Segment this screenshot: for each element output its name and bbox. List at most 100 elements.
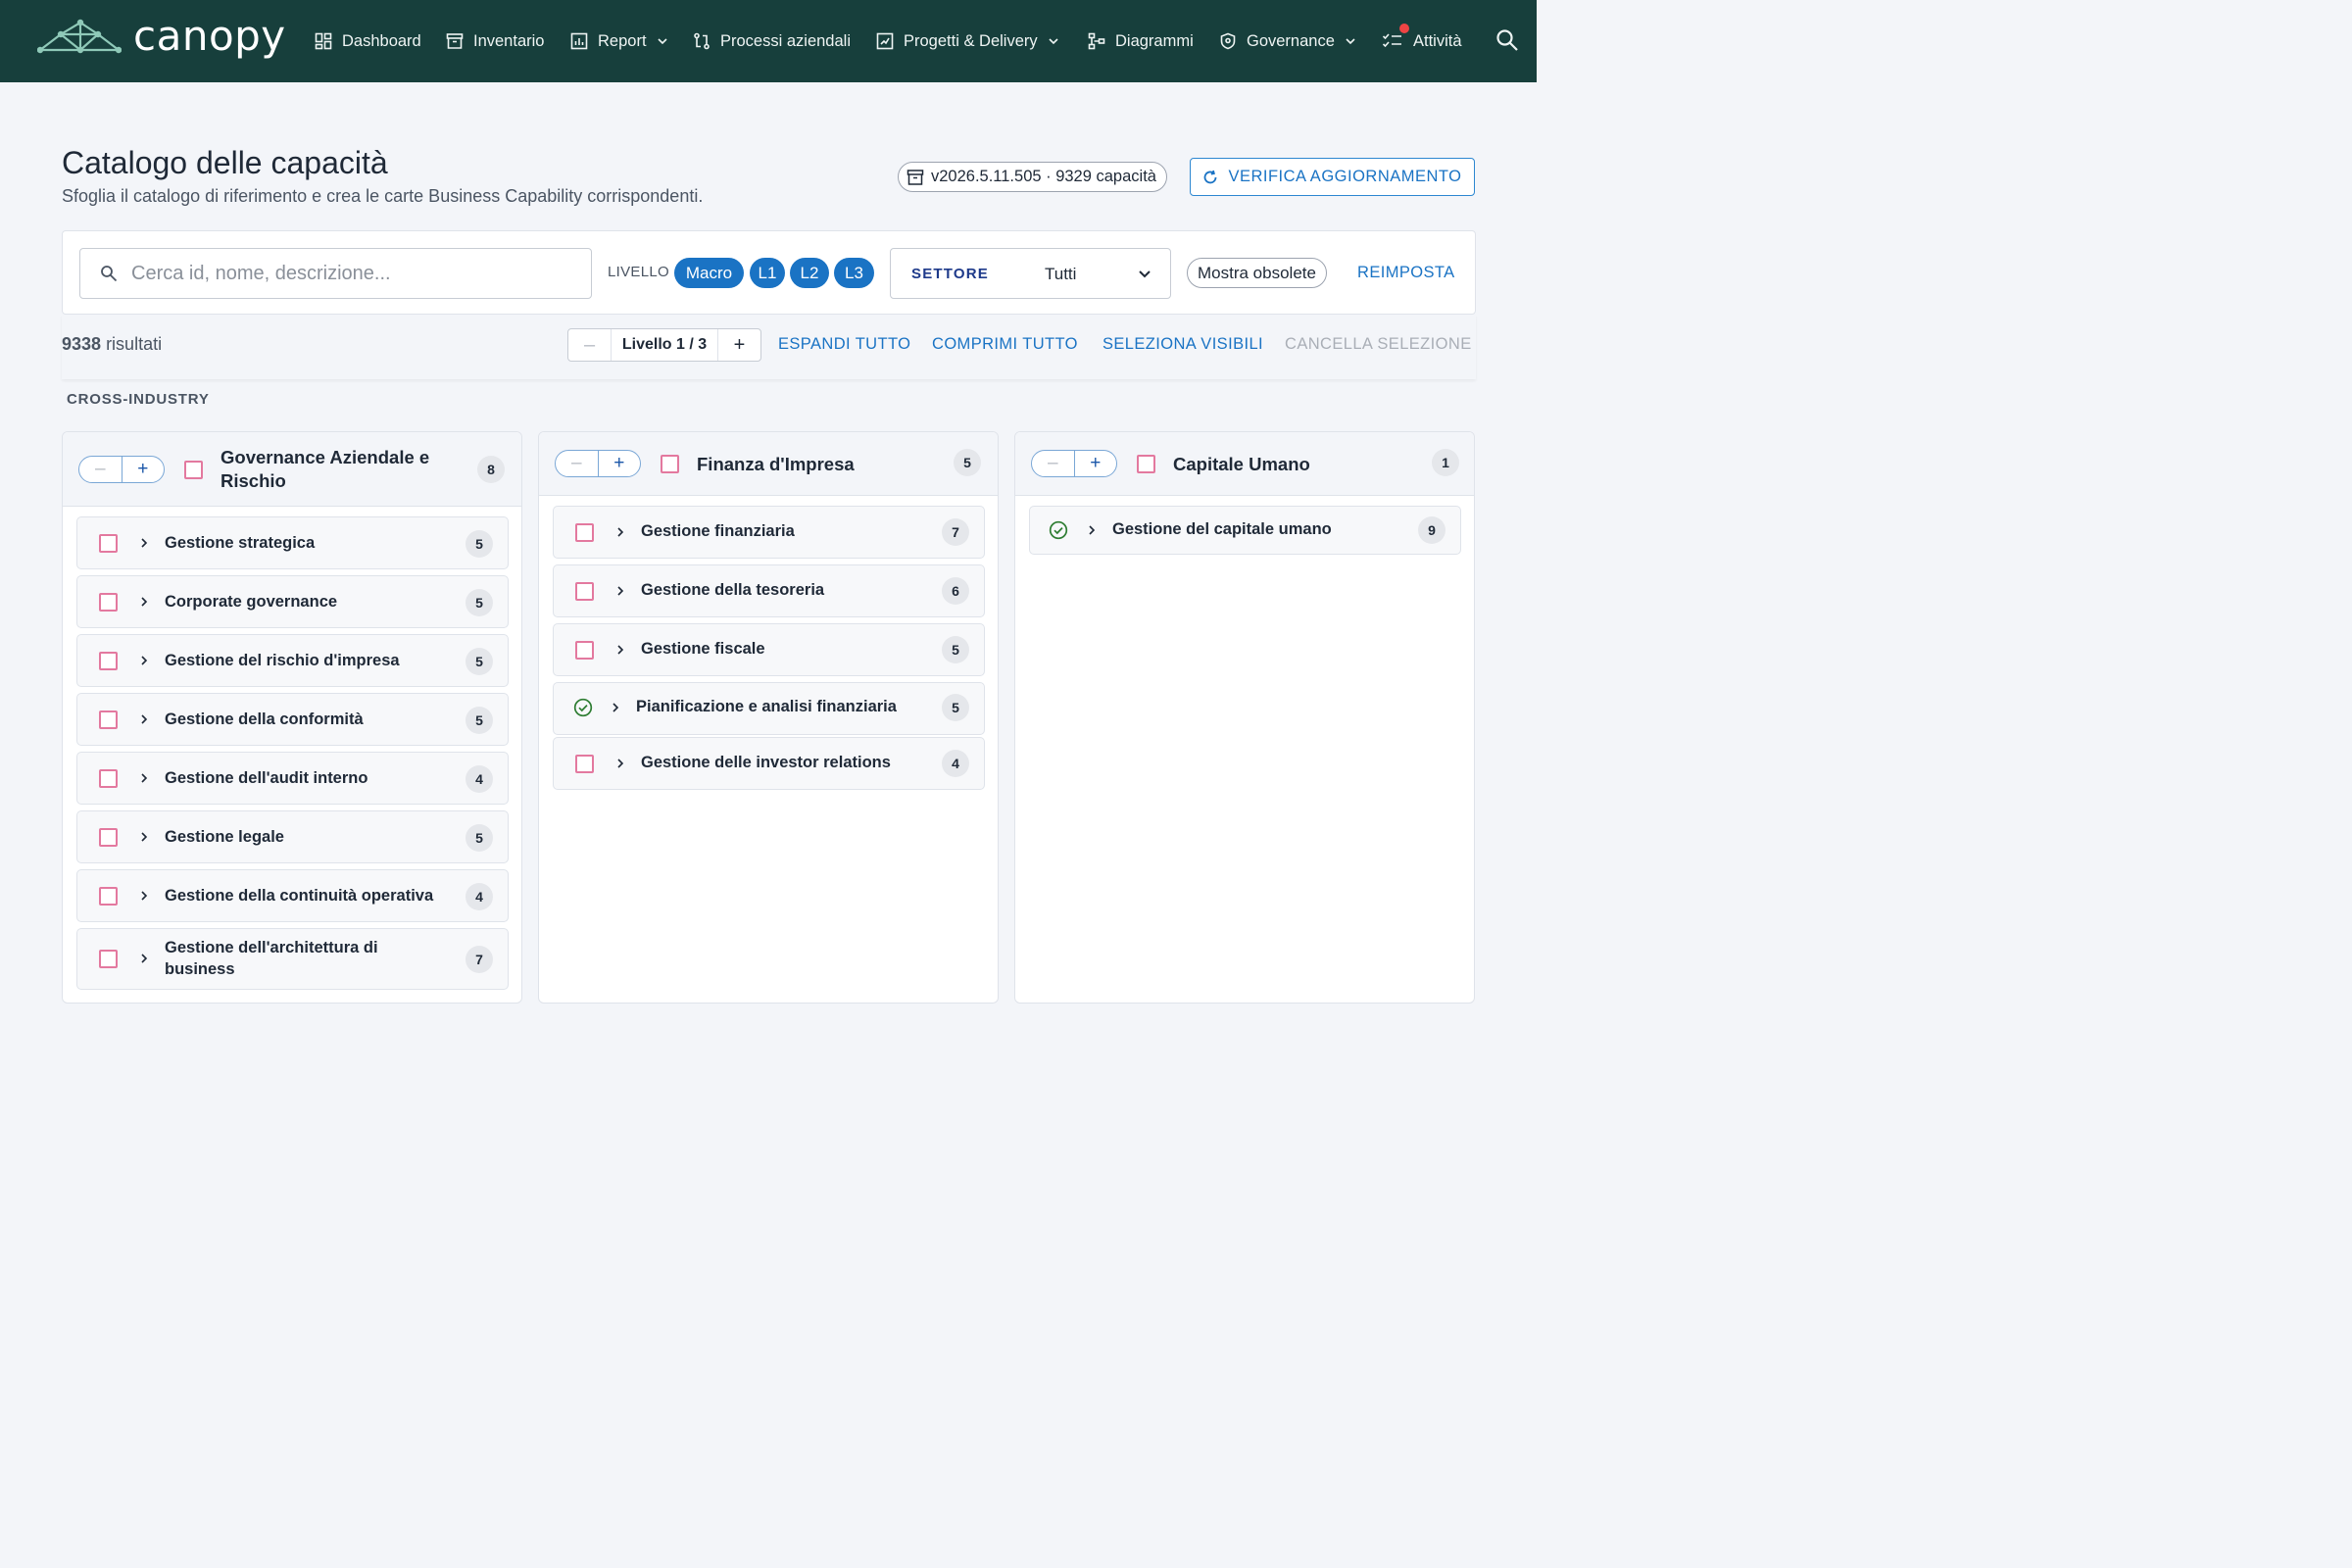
- chevron-down-icon: [1139, 270, 1151, 278]
- result-count-label: risultati: [106, 334, 163, 354]
- nav-progetti[interactable]: Progetti & Delivery: [876, 27, 1059, 55]
- capability-checkbox[interactable]: [575, 523, 594, 542]
- collapse-column-button[interactable]: –: [1032, 451, 1075, 476]
- capability-checkbox[interactable]: [575, 641, 594, 660]
- expand-all-button[interactable]: ESPANDI TUTTO: [778, 335, 910, 354]
- select-visible-button[interactable]: SELEZIONA VISIBILI: [1102, 335, 1263, 354]
- nav-dashboard[interactable]: Dashboard: [315, 27, 421, 55]
- column-title: Finanza d'Impresa: [697, 454, 855, 474]
- capability-count-badge: 5: [466, 589, 493, 616]
- refresh-icon: [1204, 170, 1217, 183]
- chevron-right-icon[interactable]: [1086, 523, 1098, 537]
- column-checkbox[interactable]: [1137, 455, 1155, 473]
- search-input[interactable]: [131, 262, 563, 285]
- search-field[interactable]: [79, 248, 592, 299]
- level-depth-label: Livello 1 / 3: [621, 336, 708, 353]
- capability-checkbox[interactable]: [575, 582, 594, 601]
- capability-checkbox[interactable]: [99, 652, 118, 670]
- chevron-right-icon[interactable]: [614, 643, 626, 657]
- show-obsolete-toggle[interactable]: Mostra obsolete: [1187, 258, 1327, 288]
- capability-card[interactable]: Gestione fiscale 5: [553, 623, 985, 676]
- capability-card[interactable]: Gestione finanziaria 7: [553, 506, 985, 559]
- collapse-all-button[interactable]: COMPRIMI TUTTO: [932, 335, 1078, 354]
- capability-checkbox[interactable]: [99, 828, 118, 847]
- canopy-logo-icon: [37, 19, 122, 54]
- level-chip-l3[interactable]: L3: [834, 258, 874, 288]
- sector-select-label: SETTORE: [911, 266, 989, 282]
- collapse-column-button[interactable]: –: [79, 457, 122, 482]
- capability-count-badge: 7: [942, 518, 969, 546]
- chevron-right-icon[interactable]: [138, 952, 150, 965]
- nav-diagrammi[interactable]: Diagrammi: [1088, 27, 1194, 55]
- column-header: – + Governance Aziendale e Rischio 8: [63, 432, 521, 507]
- chevron-right-icon[interactable]: [614, 525, 626, 539]
- process-icon: [694, 32, 710, 50]
- capability-card[interactable]: Corporate governance 5: [76, 575, 509, 628]
- chevron-right-icon[interactable]: [138, 712, 150, 726]
- nav-report[interactable]: Report: [570, 27, 668, 55]
- nav-label: Processi aziendali: [720, 31, 851, 50]
- capability-count-badge: 5: [466, 648, 493, 675]
- capability-checkbox[interactable]: [99, 593, 118, 612]
- column-title: Capitale Umano: [1173, 454, 1310, 474]
- verify-update-button[interactable]: VERIFICA AGGIORNAMENTO: [1190, 158, 1475, 196]
- capability-checkbox[interactable]: [99, 769, 118, 788]
- capability-card[interactable]: Gestione delle investor relations 4: [553, 737, 985, 790]
- nav-processi[interactable]: Processi aziendali: [693, 27, 851, 55]
- capability-checkbox[interactable]: [99, 950, 118, 968]
- capability-checkbox[interactable]: [99, 534, 118, 553]
- capability-card[interactable]: Pianificazione e analisi finanziaria 5: [553, 682, 985, 735]
- level-chip-macro[interactable]: Macro: [674, 258, 744, 288]
- level-chip-l1[interactable]: L1: [750, 258, 785, 288]
- nav-label: Inventario: [473, 31, 545, 50]
- capability-card[interactable]: Gestione legale 5: [76, 810, 509, 863]
- chevron-right-icon[interactable]: [138, 536, 150, 550]
- expand-column-button[interactable]: +: [599, 451, 641, 476]
- chevron-right-icon[interactable]: [138, 889, 150, 903]
- nav-governance[interactable]: Governance: [1219, 27, 1356, 55]
- chevron-right-icon[interactable]: [138, 830, 150, 844]
- chevron-right-icon[interactable]: [138, 654, 150, 667]
- section-heading: CROSS-INDUSTRY: [67, 391, 210, 408]
- capability-label: Gestione del rischio d'impresa: [165, 652, 400, 669]
- capability-card[interactable]: Gestione strategica 5: [76, 516, 509, 569]
- capability-checkbox[interactable]: [99, 710, 118, 729]
- capability-checkbox[interactable]: [99, 887, 118, 906]
- expand-column-button[interactable]: +: [1075, 451, 1117, 476]
- level-chip-l2[interactable]: L2: [790, 258, 829, 288]
- chevron-right-icon[interactable]: [138, 771, 150, 785]
- column-checkbox[interactable]: [184, 461, 203, 479]
- reset-filters-button[interactable]: REIMPOSTA: [1357, 264, 1455, 282]
- collapse-column-button[interactable]: –: [556, 451, 599, 476]
- column-checkbox[interactable]: [661, 455, 679, 473]
- capability-card[interactable]: Gestione dell'audit interno 4: [76, 752, 509, 805]
- capability-card[interactable]: Gestione della conformità 5: [76, 693, 509, 746]
- capability-label: Gestione della tesoreria: [641, 581, 825, 599]
- nav-inventario[interactable]: Inventario: [446, 27, 544, 55]
- capability-checkbox[interactable]: [575, 755, 594, 773]
- capability-card[interactable]: Gestione della continuità operativa 4: [76, 869, 509, 922]
- level-increase-button[interactable]: +: [717, 329, 760, 361]
- level-decrease-button[interactable]: –: [568, 329, 612, 361]
- results-toolbar: 9338 risultati – Livello 1 / 3 + ESPANDI…: [62, 315, 1476, 379]
- chevron-right-icon[interactable]: [610, 701, 621, 714]
- clear-selection-button[interactable]: CANCELLA SELEZIONE: [1285, 335, 1472, 354]
- sector-select[interactable]: SETTORE Tutti: [890, 248, 1171, 299]
- expand-column-button[interactable]: +: [122, 457, 165, 482]
- chevron-right-icon[interactable]: [614, 584, 626, 598]
- capability-label: Corporate governance: [165, 593, 338, 611]
- nav-search-button[interactable]: [1495, 28, 1519, 57]
- chevron-down-icon: [1346, 38, 1355, 45]
- nav-label: Report: [598, 31, 647, 50]
- capability-card[interactable]: Gestione del capitale umano 9: [1029, 506, 1461, 555]
- capability-card[interactable]: Gestione della tesoreria 6: [553, 564, 985, 617]
- nav-attivita[interactable]: Attività: [1382, 27, 1462, 55]
- capability-count-badge: 7: [466, 946, 493, 973]
- capability-card[interactable]: Gestione dell'architettura di business 7: [76, 928, 509, 990]
- bar-chart-icon: [570, 32, 588, 50]
- chevron-right-icon[interactable]: [614, 757, 626, 770]
- app-logo[interactable]: canopy: [37, 16, 286, 57]
- capability-count-badge: 5: [466, 707, 493, 734]
- capability-card[interactable]: Gestione del rischio d'impresa 5: [76, 634, 509, 687]
- chevron-right-icon[interactable]: [138, 595, 150, 609]
